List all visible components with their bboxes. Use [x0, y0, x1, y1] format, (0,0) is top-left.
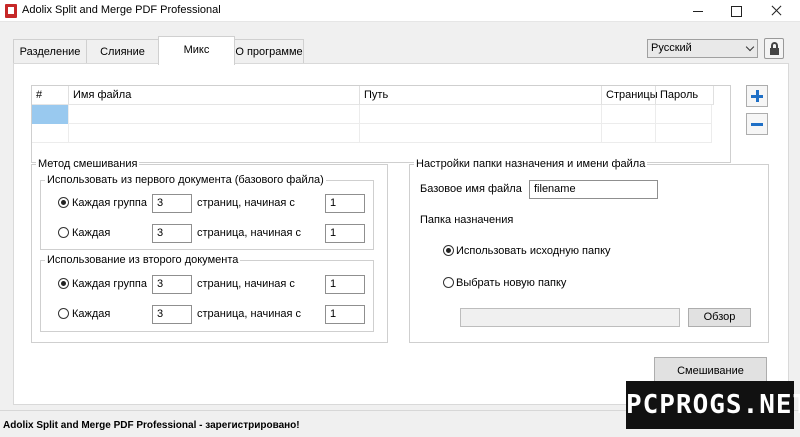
use-source-folder-label: Использовать исходную папку	[456, 245, 611, 257]
close-icon[interactable]	[758, 0, 794, 22]
use-source-folder-radio[interactable]	[443, 245, 454, 256]
destination-folder-label: Папка назначения	[420, 214, 514, 226]
table-cell[interactable]	[360, 124, 602, 143]
column-header-number[interactable]: #	[32, 86, 69, 105]
minimize-icon[interactable]	[680, 0, 716, 22]
second-each-radio[interactable]	[58, 308, 69, 319]
first-each-label: Каждая	[72, 227, 111, 239]
first-each-pages-text: страница, начиная с	[197, 227, 302, 239]
column-header-filename[interactable]: Имя файла	[69, 86, 360, 105]
client-area: Разделение Слияние Микс О программе Русс…	[0, 22, 800, 410]
column-header-password[interactable]: Пароль	[656, 86, 714, 105]
chevron-down-icon	[745, 42, 755, 52]
first-each-pages-input[interactable]: 3	[152, 224, 192, 243]
table-row[interactable]	[32, 105, 712, 124]
choose-new-folder-label: Выбрать новую папку	[456, 277, 567, 289]
pdf-app-icon	[5, 4, 17, 18]
first-each-start-input[interactable]: 1	[325, 224, 365, 243]
second-document-title: Использование из второго документа	[45, 254, 241, 267]
table-cell[interactable]	[32, 124, 69, 143]
tab-split[interactable]: Разделение	[13, 39, 87, 64]
lock-button[interactable]	[764, 38, 784, 59]
window-title: Adolix Split and Merge PDF Professional	[22, 4, 221, 16]
tab-merge[interactable]: Слияние	[86, 39, 159, 64]
second-each-pages-text: страница, начиная с	[197, 308, 302, 320]
first-group-pages-text: страниц, начиная с	[197, 197, 295, 209]
table-cell[interactable]	[602, 105, 656, 124]
second-each-group-radio[interactable]	[58, 278, 69, 289]
folder-path-input[interactable]	[460, 308, 680, 327]
first-each-group-radio[interactable]	[58, 197, 69, 208]
second-each-group-label: Каждая группа	[72, 278, 147, 290]
remove-file-button[interactable]	[746, 113, 768, 135]
second-group-pages-text: страниц, начиная с	[197, 278, 295, 290]
watermark: PCPROGS.NET	[626, 381, 800, 429]
base-name-label: Базовое имя файла	[420, 183, 522, 195]
file-table[interactable]: # Имя файла Путь Страницы Пароль	[31, 85, 731, 163]
mix-method-group: Метод смешивания Использовать из первого…	[31, 158, 388, 343]
column-header-path[interactable]: Путь	[360, 86, 602, 105]
maximize-icon[interactable]	[718, 0, 754, 22]
destination-title: Настройки папки назначения и имени файла	[414, 158, 648, 171]
first-each-group-label: Каждая группа	[72, 197, 147, 209]
table-cell[interactable]	[656, 124, 712, 143]
table-row[interactable]	[32, 124, 712, 143]
table-cell[interactable]	[32, 105, 69, 124]
column-header-pages[interactable]: Страницы	[602, 86, 658, 105]
second-each-pages-input[interactable]: 3	[152, 305, 192, 324]
status-text: Adolix Split and Merge PDF Professional …	[3, 420, 300, 431]
language-select[interactable]: Русский	[647, 39, 758, 58]
language-value: Русский	[651, 42, 692, 54]
table-cell[interactable]	[602, 124, 656, 143]
first-document-title: Использовать из первого документа (базов…	[45, 174, 326, 187]
first-group-pages-input[interactable]: 3	[152, 194, 192, 213]
table-cell[interactable]	[360, 105, 602, 124]
second-document-group: Использование из второго документа Кажда…	[40, 254, 374, 332]
destination-group: Настройки папки назначения и имени файла…	[409, 158, 769, 343]
second-each-start-input[interactable]: 1	[325, 305, 365, 324]
mix-method-title: Метод смешивания	[36, 158, 140, 171]
choose-new-folder-radio[interactable]	[443, 277, 454, 288]
title-bar: Adolix Split and Merge PDF Professional	[0, 0, 800, 22]
add-file-button[interactable]	[746, 85, 768, 107]
browse-button[interactable]: Обзор	[688, 308, 751, 327]
second-group-start-input[interactable]: 1	[325, 275, 365, 294]
table-cell[interactable]	[656, 105, 712, 124]
first-each-radio[interactable]	[58, 227, 69, 238]
first-document-group: Использовать из первого документа (базов…	[40, 174, 374, 250]
base-name-input[interactable]: filename	[529, 180, 658, 199]
second-group-pages-input[interactable]: 3	[152, 275, 192, 294]
first-group-start-input[interactable]: 1	[325, 194, 365, 213]
tab-about[interactable]: О программе	[234, 39, 304, 64]
tab-mix[interactable]: Микс	[158, 36, 235, 65]
table-cell[interactable]	[69, 124, 360, 143]
table-cell[interactable]	[69, 105, 360, 124]
second-each-label: Каждая	[72, 308, 111, 320]
